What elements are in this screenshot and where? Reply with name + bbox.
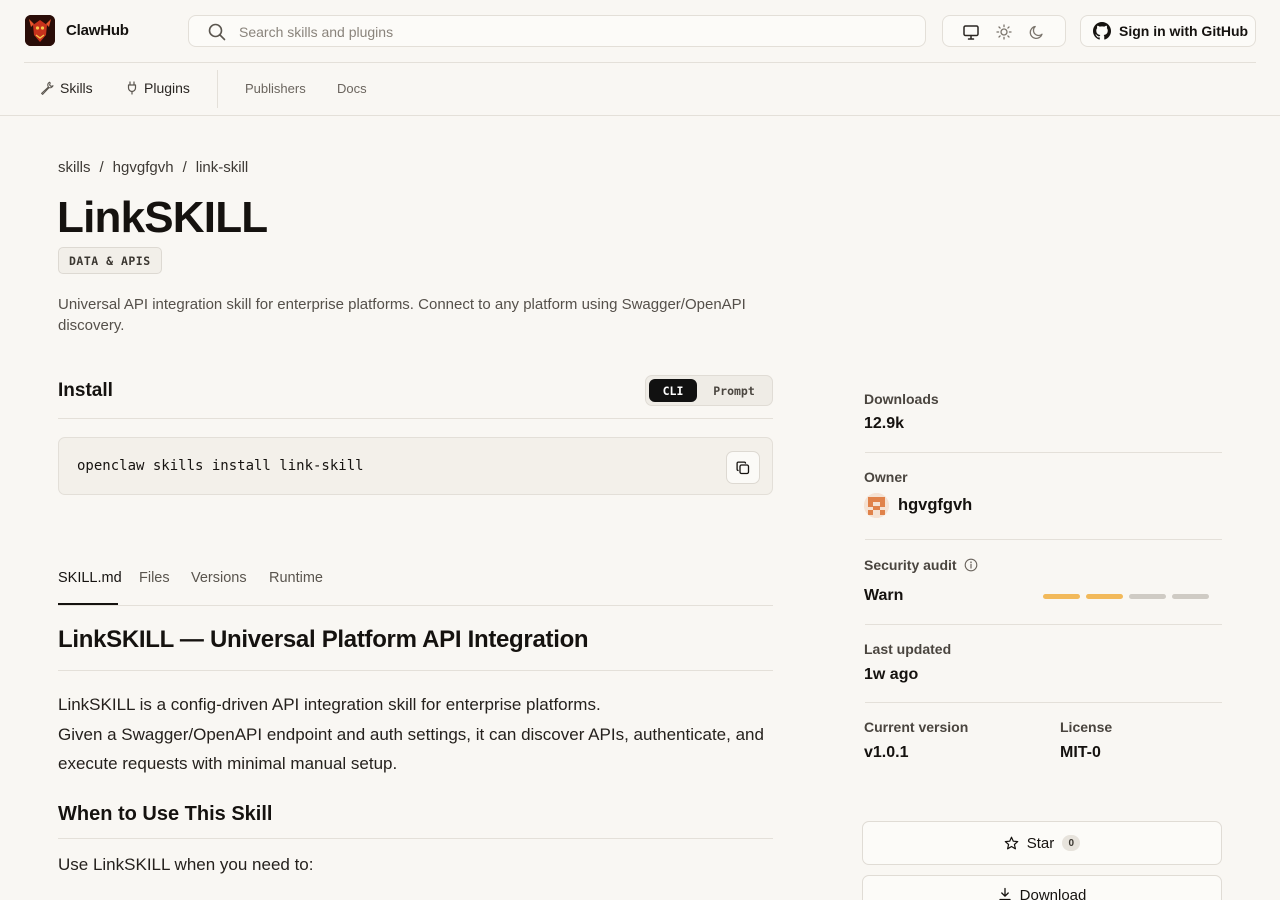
install-command[interactable]: openclaw skills install link-skill [77, 458, 364, 474]
doc-heading: LinkSKILL — Universal Platform API Integ… [58, 626, 589, 653]
nav-plugins[interactable]: Plugins [126, 80, 190, 96]
star-count-badge: 0 [1062, 835, 1081, 851]
mode-prompt-button[interactable]: Prompt [702, 379, 766, 402]
download-icon [998, 887, 1011, 900]
breadcrumb-separator: / [182, 159, 187, 176]
info-icon[interactable] [964, 558, 978, 572]
doc-paragraph: Use LinkSKILL when you need to: [58, 855, 314, 874]
main-nav: Skills Plugins Publishers Docs [0, 63, 1280, 115]
download-button[interactable]: Download [862, 875, 1222, 900]
theme-switcher [942, 15, 1066, 47]
doc-divider [58, 670, 773, 671]
install-heading: Install [58, 380, 113, 401]
monitor-icon[interactable] [962, 23, 980, 41]
active-tab-indicator [58, 603, 118, 605]
nav-docs[interactable]: Docs [337, 81, 367, 96]
copy-icon [736, 460, 750, 474]
downloads-label: Downloads [864, 391, 939, 407]
github-icon [1093, 22, 1111, 40]
signin-label: Sign in with GitHub [1119, 23, 1249, 39]
doc-intro-line-2: Given a Swagger/OpenAPI endpoint and aut… [58, 724, 764, 774]
last-updated-label: Last updated [864, 641, 952, 657]
copy-button[interactable] [726, 451, 760, 484]
sidebar-divider [865, 539, 1222, 540]
breadcrumb-skills[interactable]: skills [58, 159, 91, 176]
security-meter-segment [1172, 594, 1209, 599]
nav-skills-label: Skills [60, 80, 93, 96]
owner-avatar[interactable] [864, 493, 889, 518]
plug-icon [127, 81, 137, 95]
tab-versions[interactable]: Versions [191, 570, 247, 586]
security-audit-value: Warn [864, 587, 904, 604]
license-label: License [1060, 719, 1113, 735]
sidebar-divider [865, 702, 1222, 703]
downloads-value: 12.9k [864, 415, 905, 432]
breadcrumb-owner[interactable]: hgvgfgvh [113, 159, 174, 176]
nav-skills[interactable]: Skills [40, 80, 93, 96]
tab-runtime[interactable]: Runtime [269, 570, 323, 586]
search-box[interactable] [188, 15, 926, 47]
tab-skill-md[interactable]: SKILL.md [58, 570, 122, 586]
star-button[interactable]: Star 0 [862, 821, 1222, 865]
sidebar-divider [865, 452, 1222, 453]
last-updated-value: 1w ago [864, 666, 919, 683]
version-label: Current version [864, 719, 969, 735]
install-mode-toggle: CLI Prompt [645, 375, 773, 406]
nav-plugins-label: Plugins [144, 80, 190, 96]
clawhub-logo[interactable] [25, 15, 55, 46]
brand-name[interactable]: ClawHub [66, 22, 129, 39]
signin-github-button[interactable]: Sign in with GitHub [1080, 15, 1256, 47]
security-meter-segment [1086, 594, 1123, 599]
mode-cli-button[interactable]: CLI [649, 379, 697, 402]
license-value: MIT-0 [1060, 744, 1101, 761]
star-label: Star [1026, 834, 1055, 852]
sun-icon[interactable] [995, 23, 1013, 41]
install-command-box: openclaw skills install link-skill [58, 437, 773, 495]
owner-name[interactable]: hgvgfgvh [898, 496, 972, 515]
breadcrumb: skills / hgvgfgvh / link-skill [58, 159, 248, 176]
page-title: LinkSKILL [57, 193, 268, 242]
tab-files[interactable]: Files [139, 570, 170, 586]
nav-separator [217, 70, 218, 108]
breadcrumb-separator: / [99, 159, 104, 176]
content-tabs: SKILL.md Files Versions Runtime [58, 566, 773, 606]
moon-icon[interactable] [1028, 23, 1046, 41]
doc-divider [58, 838, 773, 839]
doc-intro: LinkSKILL is a config-driven API integra… [58, 690, 778, 779]
security-audit-label: Security audit [864, 557, 957, 573]
install-divider [58, 418, 773, 419]
version-value: v1.0.1 [864, 744, 909, 761]
owner-label: Owner [864, 469, 908, 485]
search-input[interactable] [239, 22, 899, 42]
nav-publishers[interactable]: Publishers [245, 81, 306, 96]
skill-description: Universal API integration skill for ente… [58, 296, 746, 334]
breadcrumb-current[interactable]: link-skill [196, 159, 249, 176]
search-icon [208, 23, 226, 41]
wrench-icon [41, 81, 54, 95]
top-bar: ClawHub Sign in with GitHub [0, 0, 1280, 62]
security-meter-segment [1043, 594, 1080, 599]
security-meter [1043, 594, 1209, 599]
doc-subheading: When to Use This Skill [58, 803, 273, 825]
category-tag[interactable]: DATA & APIS [58, 247, 162, 274]
download-label: Download [1019, 887, 1087, 900]
security-meter-segment [1129, 594, 1166, 599]
doc-intro-line-1: LinkSKILL is a config-driven API integra… [58, 695, 601, 714]
nav-divider [0, 115, 1280, 116]
star-icon [1004, 836, 1019, 849]
sidebar-divider [865, 624, 1222, 625]
